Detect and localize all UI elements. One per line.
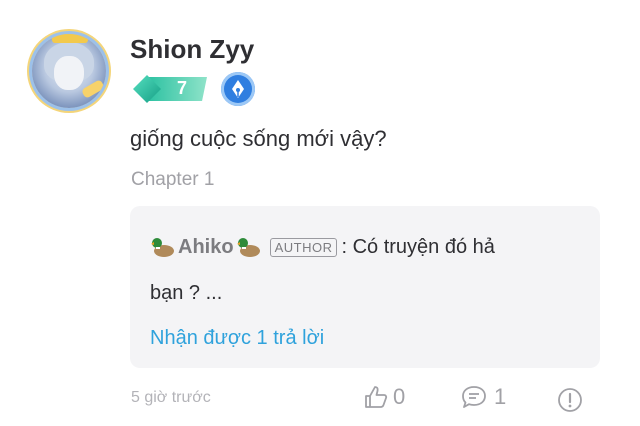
author-tag: AUTHOR <box>269 237 338 257</box>
reply-text-line2: bạn ? ... <box>150 282 223 304</box>
level-number: 7 <box>177 78 188 98</box>
report-button[interactable] <box>556 386 584 414</box>
timestamp: 5 giờ trước <box>131 389 211 406</box>
reply-preview[interactable]: Ahiko AUTHOR : Có truyện đó hả bạn ? ...… <box>130 206 600 368</box>
pen-badge-icon <box>221 72 255 106</box>
avatar-face <box>54 56 84 90</box>
reply-author-name[interactable]: Ahiko <box>178 236 234 259</box>
avatar-frame-crown <box>52 34 88 43</box>
like-button[interactable]: 0 <box>363 384 405 410</box>
avatar-frame-wing <box>80 79 106 99</box>
view-replies-link[interactable]: Nhận được 1 trả lời <box>150 327 324 350</box>
reply-count: 1 <box>494 384 507 409</box>
comment-text: giống cuộc sống mới vậy? <box>130 126 387 151</box>
report-icon <box>558 388 582 412</box>
like-count: 0 <box>393 384 406 409</box>
speech-bubble-icon <box>462 386 486 408</box>
chapter-label[interactable]: Chapter 1 <box>131 169 214 191</box>
duck-icon <box>151 238 174 257</box>
level-badge: 7 <box>133 75 209 103</box>
user-avatar[interactable] <box>32 34 106 108</box>
reply-header: Ahiko AUTHOR : Có truyện đó hả <box>150 234 495 260</box>
thumbs-up-icon <box>365 386 388 408</box>
username[interactable]: Shion Zyy <box>130 34 254 65</box>
reply-button[interactable]: 1 <box>460 384 506 410</box>
reply-text-line1: : Có truyện đó hả <box>341 235 495 258</box>
duck-icon <box>236 238 260 257</box>
